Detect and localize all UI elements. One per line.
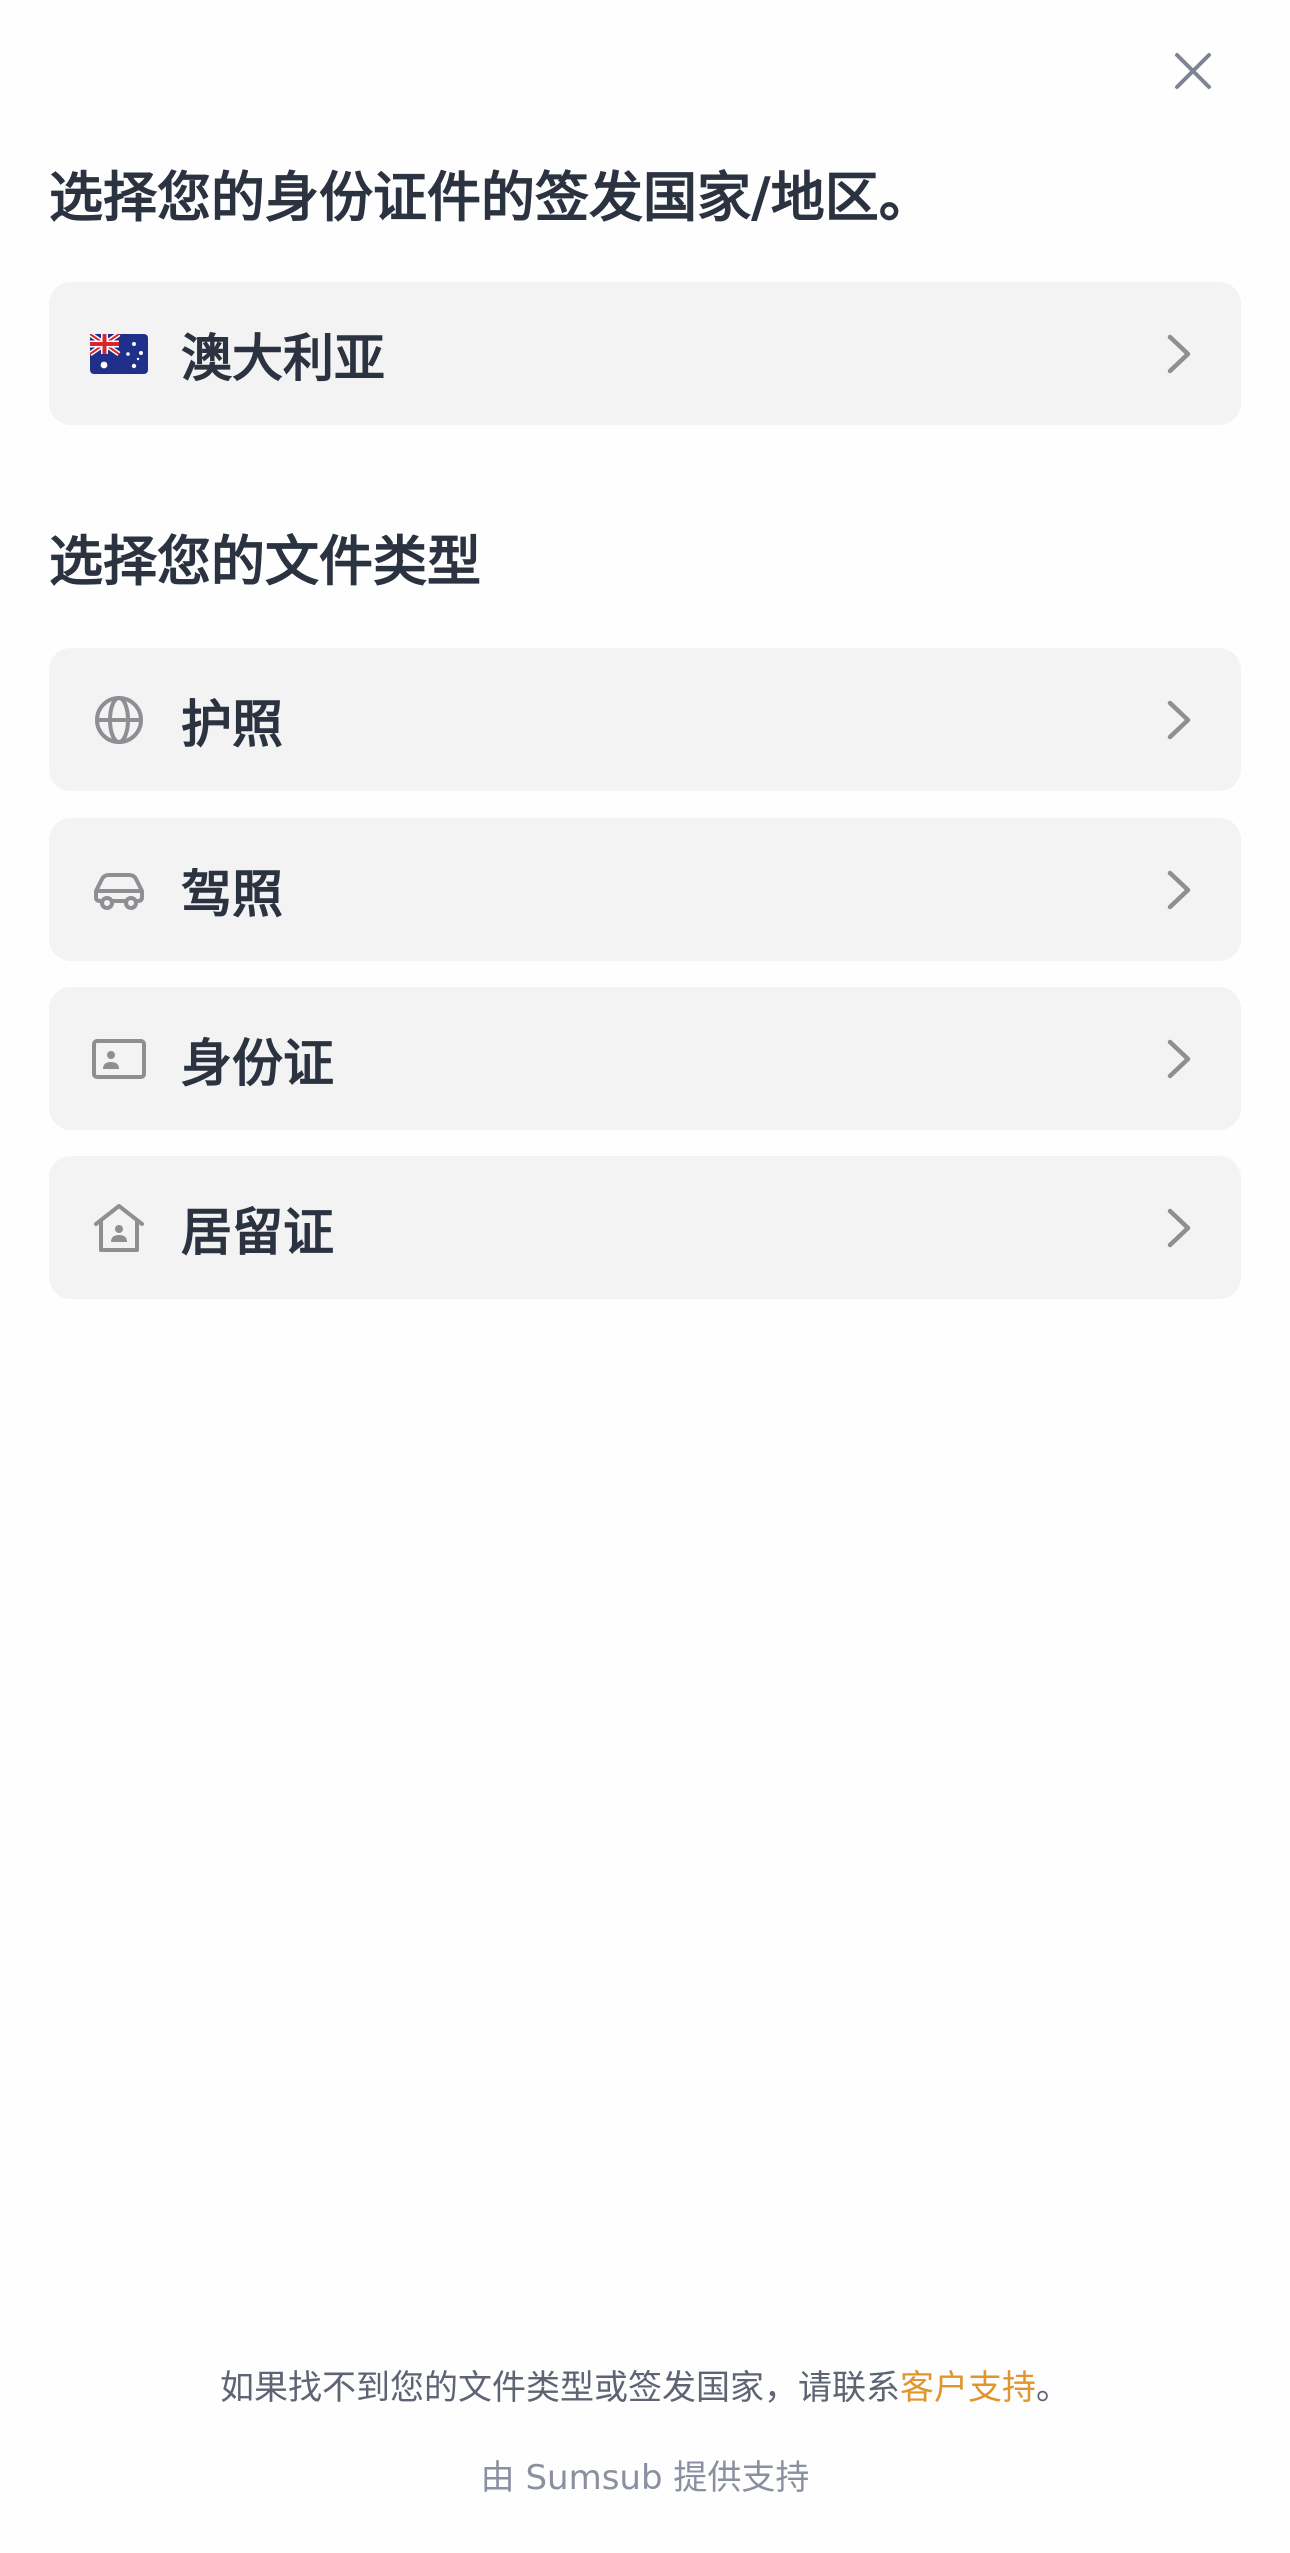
chevron-right-icon: [1161, 866, 1197, 914]
help-note-text: 如果找不到您的文件类型或签发国家，请联系: [220, 2368, 900, 2408]
document-option-drivers-license[interactable]: 驾照: [49, 818, 1241, 961]
document-option-id-card[interactable]: 身份证: [49, 987, 1241, 1130]
australia-flag-icon: [89, 324, 149, 384]
globe-icon: [89, 690, 149, 750]
document-option-label: 居留证: [181, 1203, 335, 1263]
chevron-right-icon: [1161, 1035, 1197, 1083]
id-card-icon: [89, 1029, 149, 1089]
document-option-label: 身份证: [181, 1034, 335, 1094]
chevron-right-icon: [1161, 696, 1197, 744]
customer-support-link[interactable]: 客户支持: [900, 2368, 1036, 2408]
document-option-passport[interactable]: 护照: [49, 648, 1241, 791]
country-heading: 选择您的身份证件的签发国家/地区。: [49, 166, 933, 229]
country-label: 澳大利亚: [181, 329, 386, 389]
country-selector[interactable]: 澳大利亚: [49, 282, 1241, 425]
powered-by-text: 由 Sumsub 提供支持: [480, 2458, 810, 2498]
help-note: 如果找不到您的文件类型或签发国家，请联系客户支持。: [0, 2360, 1290, 2409]
document-option-residence-permit[interactable]: 居留证: [49, 1156, 1241, 1299]
car-icon: [89, 860, 149, 920]
house-icon: [89, 1198, 149, 1258]
document-option-label: 护照: [181, 695, 284, 755]
chevron-right-icon: [1161, 330, 1197, 378]
document-selection-screen: 选择您的身份证件的签发国家/地区。 澳大利亚 选择您的文件类型 护照 驾照 身份…: [0, 0, 1290, 2553]
document-option-label: 驾照: [181, 865, 284, 925]
chevron-right-icon: [1161, 1204, 1197, 1252]
help-note-period: 。: [1036, 2368, 1070, 2408]
document-type-heading: 选择您的文件类型: [49, 530, 481, 593]
close-button[interactable]: [1158, 36, 1228, 106]
close-icon: [1175, 53, 1211, 89]
